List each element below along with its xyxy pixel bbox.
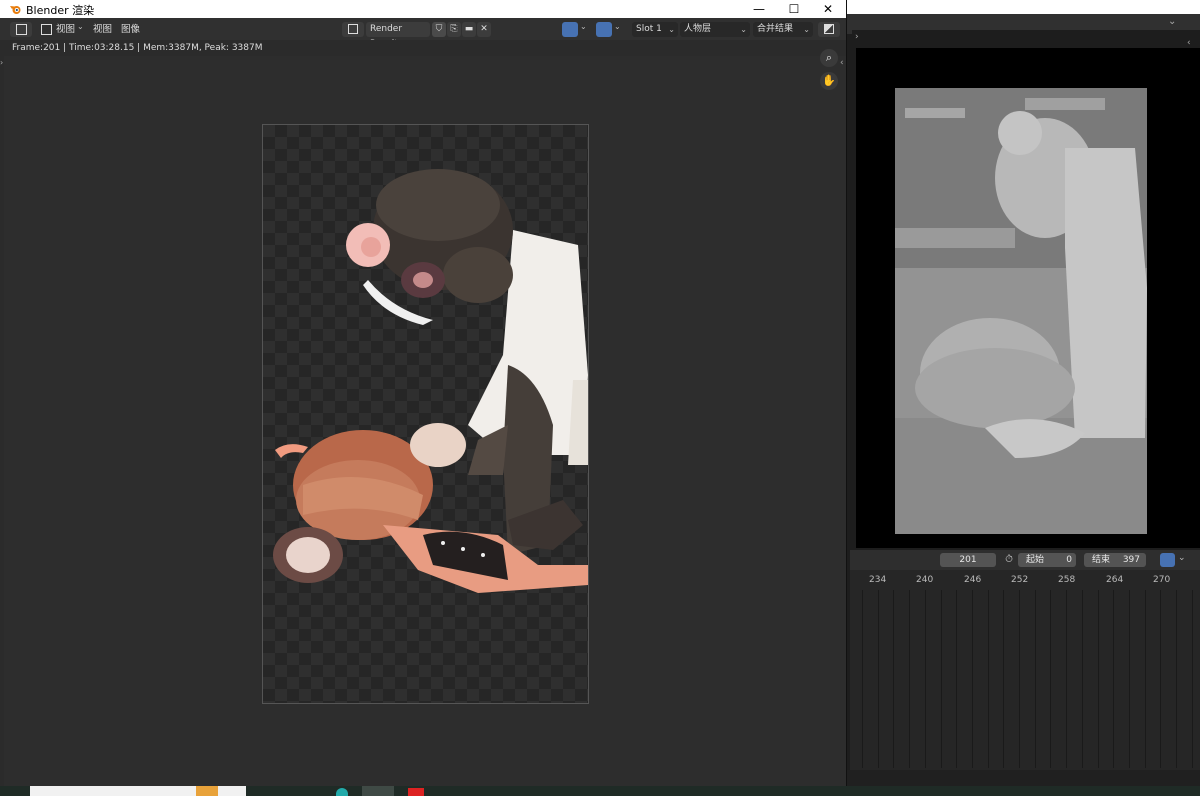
- image-name-field[interactable]: Render Result: [366, 22, 430, 49]
- render-stats: Frame:201 | Time:03:28.15 | Mem:3387M, P…: [0, 40, 846, 56]
- overlay-toggle-icon[interactable]: [596, 22, 612, 37]
- view-menu-dropdown[interactable]: 视图: [56, 22, 75, 37]
- hand-icon[interactable]: ✋: [820, 72, 838, 90]
- sidebar-arrow-icon[interactable]: ‹: [1187, 38, 1191, 48]
- tick-label: 252: [1011, 575, 1029, 585]
- timeline-gridline: [971, 590, 973, 768]
- open-folder-icon[interactable]: ▬: [462, 22, 476, 37]
- minimize-button[interactable]: —: [742, 0, 776, 18]
- end-value: 397: [1122, 555, 1140, 565]
- timeline-gridline: [1113, 590, 1115, 768]
- blender-logo-icon: [10, 6, 21, 14]
- timeline-gridline: [940, 590, 942, 768]
- tick-label: 246: [964, 575, 982, 585]
- close-button[interactable]: ✕: [811, 0, 845, 18]
- editor-type-button[interactable]: [10, 22, 32, 37]
- maximize-button[interactable]: ☐: [777, 0, 811, 18]
- timeline-gridline: [924, 590, 926, 768]
- image-browse-icon: [348, 24, 358, 34]
- start-value: 0: [1066, 555, 1072, 565]
- timeline-gridline: [1066, 590, 1068, 768]
- view-layer-dropdown[interactable]: 人物层 ⌄: [680, 22, 750, 37]
- render-result-image: [262, 124, 589, 704]
- timeline-gridline: [862, 590, 863, 768]
- timeline-gridline: [877, 590, 879, 768]
- chevron-down-icon: ⌄: [668, 25, 675, 34]
- timeline-gridline: [1176, 590, 1177, 768]
- timeline-gridline: [1128, 590, 1130, 768]
- keying-dropdown-icon[interactable]: ⌄: [1178, 553, 1186, 563]
- main-window-titlebar: [846, 0, 1200, 14]
- taskbar-app-icon[interactable]: [408, 788, 424, 796]
- current-frame-field[interactable]: 201: [940, 553, 996, 567]
- taskbar-app-icon[interactable]: [336, 788, 348, 796]
- collapse-icon[interactable]: ⌄: [1168, 16, 1176, 27]
- browse-image-button[interactable]: [342, 22, 364, 37]
- start-frame-field[interactable]: 起始 0: [1018, 553, 1076, 567]
- window-titlebar: Blender 渲染 — ☐ ✕: [0, 0, 846, 18]
- timeline-gridline: [987, 590, 989, 768]
- render-pass-dropdown[interactable]: 合并结果 ⌄: [753, 22, 813, 37]
- chevron-down-icon: ⌄: [77, 22, 84, 31]
- chevron-down-icon: ⌄: [740, 25, 747, 34]
- image-icon: [40, 24, 52, 35]
- timeline-gridline: [956, 590, 958, 768]
- tick-label: 270: [1153, 575, 1171, 585]
- timeline-gridline: [893, 590, 895, 768]
- taskbar-blender-icon[interactable]: [362, 786, 394, 796]
- unlink-x-icon[interactable]: ✕: [477, 22, 491, 37]
- timeline-gridline: [1097, 590, 1099, 768]
- sidebar-toggle-icon[interactable]: ‹: [840, 58, 844, 68]
- keying-icon[interactable]: [1160, 553, 1175, 567]
- sync-toggle-icon[interactable]: [562, 22, 578, 37]
- timeline-gridline: [1191, 590, 1193, 768]
- expand-arrow-icon[interactable]: ›: [855, 32, 859, 42]
- stopwatch-icon[interactable]: ⏱: [1002, 553, 1016, 567]
- new-image-icon[interactable]: ⎘: [447, 22, 461, 37]
- mode-icon[interactable]: [40, 22, 52, 37]
- timeline-gridline: [1081, 590, 1083, 768]
- view-menu[interactable]: 视图: [93, 22, 112, 37]
- timeline-gridline: [1003, 590, 1005, 768]
- os-taskbar: [0, 786, 1200, 796]
- display-channels-button[interactable]: [818, 22, 840, 37]
- zoom-icon[interactable]: ⌕: [820, 49, 838, 67]
- slot-label: Slot 1: [636, 24, 662, 34]
- start-label: 起始: [1026, 555, 1045, 565]
- tick-label: 240: [916, 575, 934, 585]
- image-editor-icon: [15, 24, 27, 35]
- render-pass-label: 合并结果: [757, 24, 794, 34]
- timeline-gridline: [1019, 590, 1020, 768]
- chevron-down-icon: ⌄: [803, 25, 810, 34]
- tick-label: 258: [1058, 575, 1076, 585]
- image-menu[interactable]: 图像: [121, 22, 140, 37]
- window-title: Blender 渲染: [26, 4, 95, 17]
- end-label: 结束: [1092, 555, 1111, 565]
- tick-label: 264: [1106, 575, 1124, 585]
- fake-user-shield-icon[interactable]: ⛉: [432, 22, 446, 37]
- taskbar-widget-icon[interactable]: [196, 786, 218, 796]
- channels-icon: [824, 24, 834, 34]
- timeline-gridline: [909, 590, 911, 768]
- tick-label: 234: [869, 575, 887, 585]
- timeline-gridline: [1144, 590, 1146, 768]
- view-layer-label: 人物层: [684, 24, 712, 34]
- timeline-area[interactable]: [850, 570, 1200, 770]
- camera-preview-frame: [895, 88, 1147, 534]
- slot-dropdown[interactable]: Slot 1 ⌄: [632, 22, 678, 37]
- timeline-gridline: [1050, 590, 1052, 768]
- timeline-gridline: [1034, 590, 1036, 768]
- expand-toolbar-icon[interactable]: ›: [0, 58, 3, 67]
- viewport-header: › ‹: [852, 30, 1200, 48]
- chevron-down-icon[interactable]: ⌄: [580, 22, 587, 31]
- render-stats-text: Frame:201 | Time:03:28.15 | Mem:3387M, P…: [12, 43, 263, 53]
- end-frame-field[interactable]: 结束 397: [1084, 553, 1146, 567]
- chevron-down-icon[interactable]: ⌄: [614, 22, 621, 31]
- timeline-gridline: [1160, 590, 1162, 768]
